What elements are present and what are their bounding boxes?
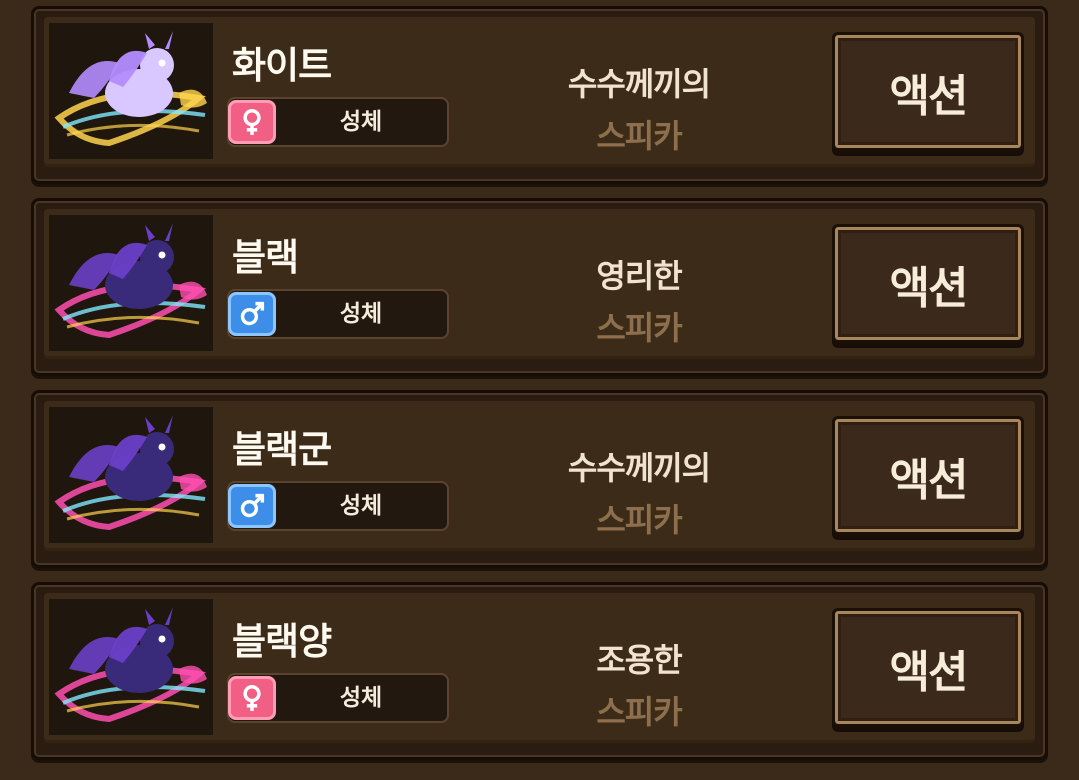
action-button-label: 액션	[889, 454, 969, 506]
male-symbol-icon	[228, 484, 276, 528]
action-button[interactable]: 액션	[832, 224, 1024, 343]
female-symbol-icon	[228, 100, 276, 144]
pet-gender-bar: 성체	[227, 481, 449, 531]
pet-name: 블랙양	[232, 620, 332, 663]
pet-portrait	[49, 215, 213, 351]
pet-card-body: 블랙군 성체 수수께끼의 스피카 액션	[44, 401, 1035, 551]
pet-portrait	[49, 407, 213, 543]
pet-gender-bar: 성체	[227, 289, 449, 339]
pet-personality: 조용한	[596, 641, 682, 679]
action-button-label: 액션	[889, 262, 969, 314]
action-button[interactable]: 액션	[832, 32, 1024, 151]
pet-creature-image	[54, 607, 207, 723]
pet-list: 화이트 성체 수수께끼의 스피카 액션 블랙 성체 영리한 스피카 액션 블랙군…	[0, 0, 1079, 780]
pet-card: 화이트 성체 수수께끼의 스피카 액션	[31, 6, 1048, 184]
pet-name: 블랙군	[232, 428, 332, 471]
pet-name: 화이트	[232, 44, 332, 87]
pet-card: 블랙군 성체 수수께끼의 스피카 액션	[31, 390, 1048, 568]
action-button[interactable]: 액션	[832, 416, 1024, 535]
pet-portrait	[49, 599, 213, 735]
pet-gender-bar: 성체	[227, 673, 449, 723]
pet-stage: 성체	[339, 685, 383, 711]
male-symbol-icon	[228, 292, 276, 336]
pet-card-body: 화이트 성체 수수께끼의 스피카 액션	[44, 17, 1035, 167]
female-symbol-icon	[228, 676, 276, 720]
pet-stage: 성체	[339, 493, 383, 519]
pet-name: 블랙	[232, 236, 299, 279]
pet-creature-image	[54, 31, 207, 147]
pet-personality: 수수께끼의	[567, 449, 711, 487]
pet-card-body: 블랙양 성체 조용한 스피카 액션	[44, 593, 1035, 743]
pet-creature-image	[54, 223, 207, 339]
pet-personality: 영리한	[596, 257, 682, 295]
pet-species: 스피카	[596, 117, 682, 155]
pet-stage: 성체	[339, 301, 383, 327]
pet-species: 스피카	[596, 501, 682, 539]
pet-stage: 성체	[339, 109, 383, 135]
pet-card: 블랙 성체 영리한 스피카 액션	[31, 198, 1048, 376]
pet-creature-image	[54, 415, 207, 531]
pet-personality: 수수께끼의	[567, 65, 711, 103]
pet-gender-bar: 성체	[227, 97, 449, 147]
pet-card: 블랙양 성체 조용한 스피카 액션	[31, 582, 1048, 760]
pet-species: 스피카	[596, 309, 682, 347]
pet-card-body: 블랙 성체 영리한 스피카 액션	[44, 209, 1035, 359]
action-button-label: 액션	[889, 646, 969, 698]
action-button[interactable]: 액션	[832, 608, 1024, 727]
pet-species: 스피카	[596, 693, 682, 731]
pet-portrait	[49, 23, 213, 159]
action-button-label: 액션	[889, 70, 969, 122]
